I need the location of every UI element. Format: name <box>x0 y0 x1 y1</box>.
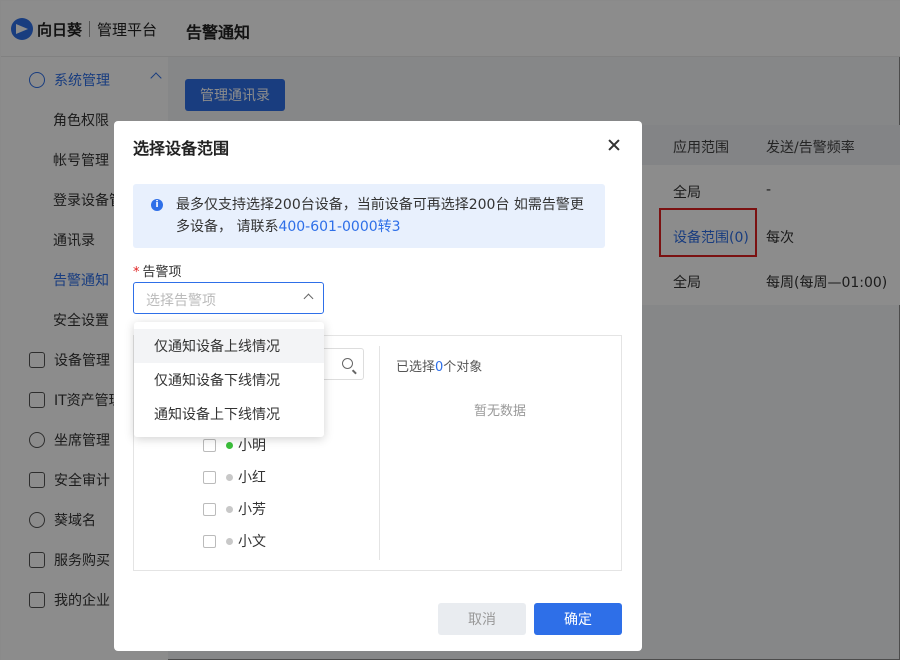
user-name: 小芳 <box>238 502 266 518</box>
list-item[interactable]: 小红 <box>203 467 266 487</box>
field-label-text: 告警项 <box>142 265 182 280</box>
dropdown-option[interactable]: 仅通知设备下线情况 <box>134 363 324 397</box>
offline-status-dot <box>226 473 233 481</box>
user-name: 小明 <box>238 438 266 454</box>
app-window: 向日葵 管理平台 告警通知 系统管理 角色权限 帐号管理 登录设备管理 通讯录 … <box>0 0 900 660</box>
select-placeholder: 选择告警项 <box>146 293 216 309</box>
list-item[interactable]: 小芳 <box>203 499 266 519</box>
notice-banner: i 最多仅支持选择200台设备，当前设备可再选择200台 如需告警更多设备， 请… <box>133 184 605 248</box>
divider <box>379 346 380 560</box>
checkbox[interactable] <box>203 438 216 452</box>
cancel-button[interactable]: 取消 <box>438 603 526 635</box>
offline-status-dot <box>226 505 233 513</box>
dropdown-option[interactable]: 通知设备上下线情况 <box>134 397 324 431</box>
selected-prefix: 已选择 <box>396 360 436 375</box>
search-icon[interactable] <box>342 358 353 369</box>
user-name: 小红 <box>238 470 266 486</box>
dropdown-option[interactable]: 仅通知设备上线情况 <box>134 329 324 363</box>
chevron-up-icon <box>303 293 314 304</box>
checkbox[interactable] <box>203 470 216 484</box>
user-name: 小文 <box>238 534 266 550</box>
empty-text: 暂无数据 <box>474 404 527 419</box>
alert-item-dropdown: 仅通知设备上线情况 仅通知设备下线情况 通知设备上下线情况 <box>134 322 324 437</box>
alert-item-select[interactable]: 选择告警项 <box>133 282 324 314</box>
list-item[interactable]: 小明 <box>203 435 266 455</box>
confirm-button[interactable]: 确定 <box>534 603 622 635</box>
required-mark: * <box>133 265 140 280</box>
list-item[interactable]: 小文 <box>203 531 266 551</box>
info-icon: i <box>151 199 163 211</box>
checkbox[interactable] <box>203 534 216 548</box>
checkbox[interactable] <box>203 502 216 516</box>
close-icon[interactable] <box>606 137 622 153</box>
contact-phone: 400-601-0000转3 <box>278 219 401 235</box>
selected-count-text: 已选择0个对象 <box>396 356 482 375</box>
offline-status-dot <box>226 537 233 545</box>
online-status-dot <box>226 441 233 449</box>
dialog-title: 选择设备范围 <box>133 139 230 158</box>
selected-suffix: 个对象 <box>443 360 483 375</box>
alert-item-label: * 告警项 <box>133 261 182 280</box>
